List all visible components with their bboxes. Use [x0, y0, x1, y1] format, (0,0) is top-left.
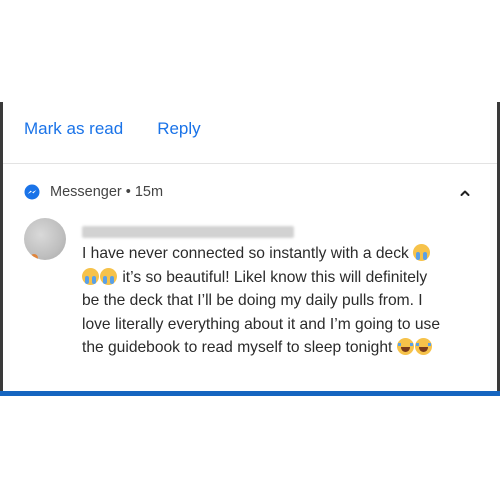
crying-face-icon: [413, 244, 431, 261]
messenger-icon: [24, 184, 40, 200]
chevron-up-icon[interactable]: [458, 186, 472, 200]
timestamp: 15m: [134, 184, 164, 200]
notification-header[interactable]: Messenger • 15m: [24, 184, 163, 200]
notification-actions: Mark as read Reply: [24, 118, 201, 142]
message-line: it’s so beautiful! Likel know this will …: [82, 266, 482, 290]
message-line: I have never connected so instantly with…: [82, 242, 482, 266]
laughing-face-icon: [414, 338, 432, 355]
message-line: love literally everything about it and I…: [82, 315, 440, 333]
crying-face-icon: [100, 267, 117, 285]
message-line: be the deck that I’ll be doing my daily …: [82, 292, 423, 309]
mark-as-read-button[interactable]: Mark as read: [24, 118, 123, 142]
avatar: [24, 218, 66, 260]
app-name: Messenger: [50, 184, 122, 200]
message-body: I have never connected so instantly with…: [82, 242, 482, 360]
reply-button[interactable]: Reply: [157, 118, 200, 142]
crying-face-icon: [82, 267, 99, 285]
redacted-sender-name: [82, 226, 294, 238]
notification-frame-left: [0, 102, 3, 395]
bottom-accent-bar: [0, 391, 500, 396]
separator-dot: •: [125, 184, 131, 200]
divider: [3, 163, 497, 164]
laughing-face-icon: [396, 338, 414, 355]
message-line: the guidebook to read myself to sleep to…: [82, 336, 482, 360]
